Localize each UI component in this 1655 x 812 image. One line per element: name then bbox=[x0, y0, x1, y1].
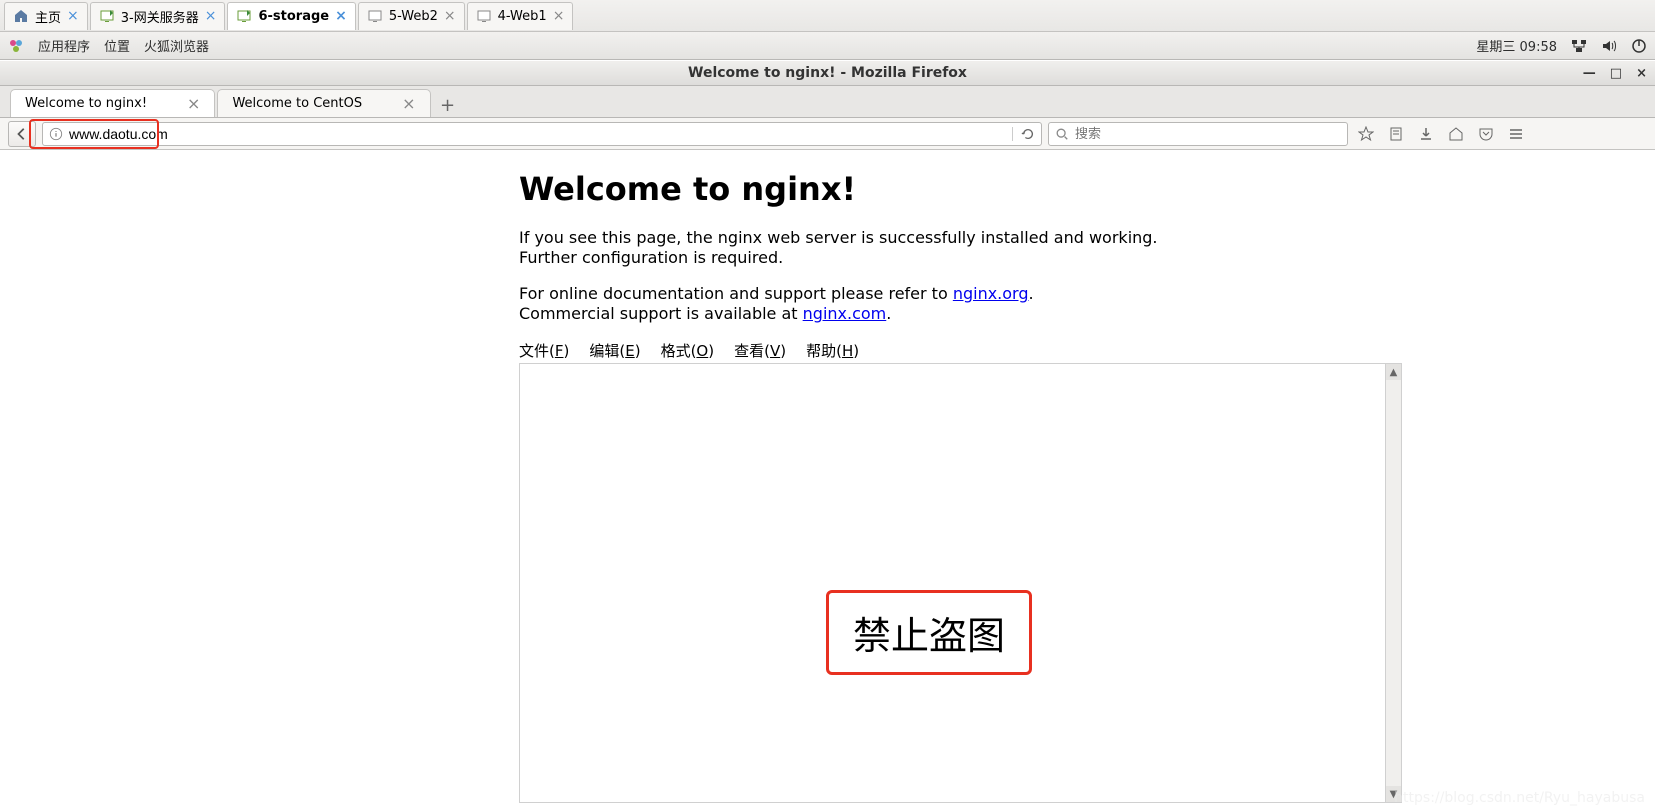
nginx-welcome: Welcome to nginx! If you see this page, … bbox=[519, 170, 1419, 324]
menu-file[interactable]: 文件(F) bbox=[519, 340, 569, 361]
volume-icon[interactable] bbox=[1601, 38, 1617, 54]
menu-format[interactable]: 格式(O) bbox=[661, 340, 715, 361]
scroll-down-icon[interactable]: ▼ bbox=[1386, 786, 1401, 802]
vm-tab-label: 主页 bbox=[35, 7, 61, 26]
source-watermark: https://blog.csdn.net/Ryu_hayabusa bbox=[1394, 790, 1645, 806]
library-icon[interactable] bbox=[1388, 126, 1404, 142]
bookmark-star-icon[interactable] bbox=[1358, 126, 1374, 142]
nginx-paragraph-2: For online documentation and support ple… bbox=[519, 284, 1419, 324]
minimize-button[interactable]: — bbox=[1583, 66, 1596, 81]
navigation-bar bbox=[0, 118, 1655, 150]
scroll-up-icon[interactable]: ▲ bbox=[1386, 364, 1401, 380]
browser-tab-nginx[interactable]: Welcome to nginx! × bbox=[10, 89, 215, 117]
close-icon[interactable]: × bbox=[67, 8, 79, 24]
menu-edit[interactable]: 编辑(E) bbox=[589, 340, 640, 361]
refresh-button[interactable] bbox=[1012, 127, 1035, 141]
downloads-icon[interactable] bbox=[1418, 126, 1434, 142]
close-icon[interactable]: × bbox=[205, 8, 217, 24]
vm-tab-storage[interactable]: 6-storage × bbox=[227, 2, 355, 30]
desktop-panel: 应用程序 位置 火狐浏览器 星期三 09:58 bbox=[0, 32, 1655, 60]
page-heading: Welcome to nginx! bbox=[519, 170, 1419, 208]
close-icon[interactable]: × bbox=[187, 94, 200, 113]
power-icon[interactable] bbox=[1631, 38, 1647, 54]
close-icon[interactable]: × bbox=[335, 8, 347, 24]
embedded-menubar: 文件(F) 编辑(E) 格式(O) 查看(V) 帮助(H) bbox=[519, 340, 1402, 361]
menu-icon[interactable] bbox=[1508, 126, 1524, 142]
panel-applications[interactable]: 应用程序 bbox=[38, 36, 90, 55]
info-icon[interactable] bbox=[49, 127, 63, 141]
vm-tab-label: 5-Web2 bbox=[389, 9, 438, 24]
vm-icon bbox=[476, 8, 492, 24]
nginx-org-link[interactable]: nginx.org bbox=[953, 284, 1029, 303]
menu-view[interactable]: 查看(V) bbox=[734, 340, 786, 361]
vm-tab-web1[interactable]: 4-Web1 × bbox=[467, 2, 574, 30]
vm-icon bbox=[99, 8, 115, 24]
maximize-button[interactable]: □ bbox=[1610, 66, 1622, 81]
panel-places[interactable]: 位置 bbox=[104, 36, 130, 55]
back-button[interactable] bbox=[8, 121, 36, 147]
close-icon[interactable]: × bbox=[402, 94, 415, 113]
nginx-paragraph-1: If you see this page, the nginx web serv… bbox=[519, 228, 1419, 268]
close-button[interactable]: × bbox=[1636, 66, 1647, 81]
vm-tab-label: 6-storage bbox=[258, 9, 329, 24]
vm-tab-home[interactable]: 主页 × bbox=[4, 2, 88, 30]
close-icon[interactable]: × bbox=[444, 8, 456, 24]
home-icon[interactable] bbox=[1448, 126, 1464, 142]
scrollbar[interactable]: ▲ ▼ bbox=[1385, 364, 1401, 802]
home-icon bbox=[13, 8, 29, 24]
pocket-icon[interactable] bbox=[1478, 126, 1494, 142]
vm-tab-label: 4-Web1 bbox=[498, 9, 547, 24]
vm-tab-label: 3-网关服务器 bbox=[121, 7, 199, 26]
browser-tab-centos[interactable]: Welcome to CentOS × bbox=[217, 89, 430, 117]
close-icon[interactable]: × bbox=[553, 8, 565, 24]
network-icon[interactable] bbox=[1571, 38, 1587, 54]
window-controls: — □ × bbox=[1583, 66, 1647, 81]
vm-icon bbox=[236, 8, 252, 24]
panel-right: 星期三 09:58 bbox=[1476, 36, 1647, 55]
search-icon bbox=[1055, 127, 1069, 141]
activities-icon[interactable] bbox=[8, 38, 24, 54]
page-content: Welcome to nginx! If you see this page, … bbox=[0, 150, 1655, 812]
search-input[interactable] bbox=[1075, 126, 1341, 141]
panel-firefox[interactable]: 火狐浏览器 bbox=[144, 36, 209, 55]
new-tab-button[interactable]: + bbox=[433, 93, 463, 117]
window-titlebar: Welcome to nginx! - Mozilla Firefox — □ … bbox=[0, 60, 1655, 86]
vm-tab-bar: 主页 × 3-网关服务器 × 6-storage × 5-Web2 × 4-We… bbox=[0, 0, 1655, 32]
toolbar-right bbox=[1354, 126, 1528, 142]
menu-help[interactable]: 帮助(H) bbox=[806, 340, 859, 361]
embedded-text-area: 禁止盗图 ▲ ▼ bbox=[519, 363, 1402, 803]
vm-tab-web2[interactable]: 5-Web2 × bbox=[358, 2, 465, 30]
watermark-annotation: 禁止盗图 bbox=[826, 590, 1032, 675]
search-bar[interactable] bbox=[1048, 122, 1348, 146]
panel-left: 应用程序 位置 火狐浏览器 bbox=[8, 36, 209, 55]
window-title-text: Welcome to nginx! - Mozilla Firefox bbox=[688, 65, 967, 81]
vm-icon bbox=[367, 8, 383, 24]
nginx-com-link[interactable]: nginx.com bbox=[803, 304, 887, 323]
browser-tab-label: Welcome to CentOS bbox=[232, 96, 362, 111]
url-input[interactable] bbox=[69, 126, 1006, 142]
panel-clock[interactable]: 星期三 09:58 bbox=[1476, 36, 1557, 55]
browser-tab-bar: Welcome to nginx! × Welcome to CentOS × … bbox=[0, 86, 1655, 118]
vm-tab-gateway[interactable]: 3-网关服务器 × bbox=[90, 2, 226, 30]
url-bar[interactable] bbox=[42, 122, 1042, 146]
browser-tab-label: Welcome to nginx! bbox=[25, 96, 147, 111]
